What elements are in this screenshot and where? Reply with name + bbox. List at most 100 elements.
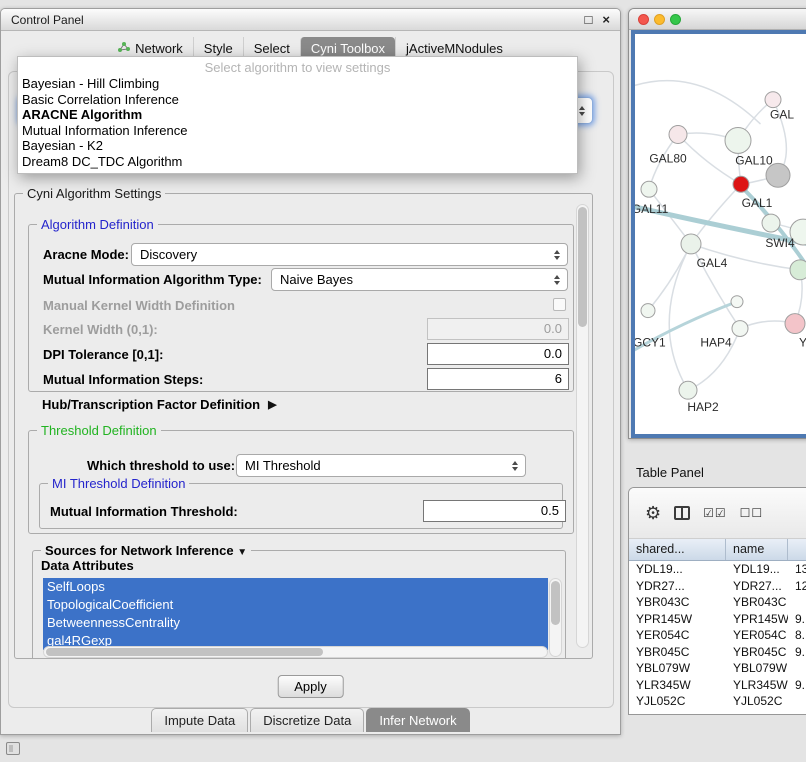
minimize-traffic-light-icon[interactable] — [654, 14, 665, 25]
table-row[interactable]: YBR043CYBR043C — [629, 594, 806, 611]
control-panel-titlebar[interactable]: Control Panel □ × — [1, 9, 620, 31]
gear-icon[interactable]: ⚙ — [645, 504, 661, 522]
algorithm-option[interactable]: Basic Correlation Inference — [18, 92, 577, 108]
table-cell: YBR043C — [726, 594, 788, 611]
table-cell: 9. — [788, 644, 806, 661]
tab-discretize-data[interactable]: Discretize Data — [250, 708, 364, 732]
table-row[interactable]: YBR045CYBR045C9. — [629, 644, 806, 661]
table-cell: YBL079W — [629, 660, 726, 677]
settings-group-title: Cyni Algorithm Settings — [23, 186, 165, 201]
table-row[interactable]: YPR145WYPR145W9. — [629, 611, 806, 628]
attributes-vscrollbar[interactable] — [549, 578, 562, 657]
close-window-icon[interactable]: × — [602, 12, 610, 27]
network-node[interactable] — [725, 128, 751, 154]
network-node-label: GAL10 — [735, 153, 773, 167]
threshold-definition-group: Threshold Definition Which threshold to … — [28, 430, 574, 534]
threshold-type-label: Which threshold to use: — [87, 458, 235, 473]
algorithm-option[interactable]: Mutual Information Inference — [18, 123, 577, 139]
close-traffic-light-icon[interactable] — [638, 14, 649, 25]
mi-threshold-field[interactable]: 0.5 — [423, 500, 566, 522]
network-canvas[interactable]: GAL80GALGAL10GAL11GAL1SWI4GAL4GCY1HAP4HA… — [631, 30, 806, 438]
network-node[interactable] — [731, 296, 743, 308]
network-node-label: GAL80 — [649, 151, 687, 165]
table-row[interactable]: YDR27...YDR27...12 — [629, 578, 806, 595]
tab-impute-data[interactable]: Impute Data — [151, 708, 248, 732]
combo-stepper-icon — [512, 461, 518, 471]
table-cell — [788, 693, 806, 710]
tab-infer-network[interactable]: Infer Network — [366, 708, 469, 732]
network-node[interactable] — [732, 321, 748, 337]
table-row[interactable]: YDL19...YDL19...13 — [629, 561, 806, 578]
panel-toggle-icon[interactable] — [6, 742, 20, 755]
table-cell: YDR27... — [726, 578, 788, 595]
network-edge — [691, 184, 741, 244]
column-header-name[interactable]: name — [726, 539, 788, 560]
network-node[interactable] — [733, 176, 749, 192]
table-cell: YLR345W — [629, 677, 726, 694]
mi-algorithm-type-value: Naive Bayes — [280, 272, 353, 287]
table-row[interactable]: YLR345WYLR345W9. — [629, 677, 806, 694]
column-header-extra[interactable] — [788, 539, 806, 560]
mi-algorithm-type-combo[interactable]: Naive Bayes — [271, 268, 568, 291]
attributes-hscrollbar[interactable] — [43, 646, 548, 658]
combo-stepper-icon — [579, 106, 585, 116]
data-attribute-item[interactable]: SelfLoops — [43, 578, 548, 596]
table-cell: YDL19... — [726, 561, 788, 578]
manual-kernel-checkbox[interactable] — [553, 298, 566, 311]
table-cell: 9. — [788, 677, 806, 694]
network-node[interactable] — [785, 314, 805, 334]
data-attribute-item[interactable]: BetweennessCentrality — [43, 614, 548, 632]
tab-label: Style — [204, 41, 233, 56]
apply-button[interactable]: Apply — [277, 675, 344, 698]
table-row[interactable]: YER054CYER054C8. — [629, 627, 806, 644]
table-panel-window: ⚙ ☑☑ ☐☐ shared... name YDL19...YDL19...1… — [628, 487, 806, 715]
aracne-mode-label: Aracne Mode: — [43, 247, 129, 262]
data-attribute-item[interactable]: TopologicalCoefficient — [43, 596, 548, 614]
algorithm-option[interactable]: ARACNE Algorithm — [18, 107, 577, 123]
network-node[interactable] — [641, 304, 655, 318]
table-header: shared... name — [629, 539, 806, 561]
zoom-traffic-light-icon[interactable] — [670, 14, 681, 25]
table-panel-titlebar: Table Panel — [628, 460, 806, 484]
network-node[interactable] — [641, 181, 657, 197]
table-row[interactable]: YJL052CYJL052C — [629, 693, 806, 710]
select-all-icon[interactable]: ☑☑ — [703, 507, 727, 519]
network-node[interactable] — [762, 214, 780, 232]
mi-threshold-group-title: MI Threshold Definition — [48, 476, 189, 491]
network-edge — [648, 244, 691, 311]
sources-title: Sources for Network Inference — [45, 543, 234, 558]
algorithm-option[interactable]: Dream8 DC_TDC Algorithm — [18, 154, 577, 170]
network-view-window: GAL80GALGAL10GAL11GAL1SWI4GAL4GCY1HAP4HA… — [628, 8, 806, 439]
columns-icon[interactable] — [674, 506, 690, 520]
aracne-mode-combo[interactable]: Discovery — [131, 243, 568, 266]
hub-definition-toggle[interactable]: Hub/Transcription Factor Definition ▶ — [42, 397, 277, 412]
network-node[interactable] — [681, 234, 701, 254]
tab-label: jActiveMNodules — [406, 41, 503, 56]
algorithm-definition-title: Algorithm Definition — [37, 217, 158, 232]
algorithm-option[interactable]: Bayesian - K2 — [18, 138, 577, 154]
network-node[interactable] — [669, 126, 687, 144]
aracne-mode-value: Discovery — [140, 247, 197, 262]
float-window-icon[interactable]: □ — [585, 12, 593, 27]
data-attributes-label: Data Attributes — [41, 558, 134, 573]
network-node[interactable] — [679, 381, 697, 399]
table-cell: 9. — [788, 611, 806, 628]
tab-label: Network — [135, 41, 183, 56]
table-row[interactable]: YBL079WYBL079W — [629, 660, 806, 677]
network-graph: GAL80GALGAL10GAL11GAL1SWI4GAL4GCY1HAP4HA… — [635, 34, 806, 434]
mi-steps-label: Mutual Information Steps: — [43, 372, 203, 387]
mi-steps-field[interactable]: 6 — [427, 368, 569, 390]
network-node[interactable] — [790, 260, 806, 280]
threshold-type-value: MI Threshold — [245, 458, 321, 473]
data-attributes-list[interactable]: SelfLoopsTopologicalCoefficientBetweenne… — [43, 578, 548, 650]
threshold-type-combo[interactable]: MI Threshold — [236, 454, 526, 477]
column-header-shared-name[interactable]: shared... — [629, 539, 726, 560]
settings-scrollbar[interactable] — [576, 204, 589, 648]
network-window-titlebar[interactable] — [629, 9, 806, 30]
algorithm-option[interactable]: Bayesian - Hill Climbing — [18, 76, 577, 92]
dpi-tolerance-field[interactable]: 0.0 — [427, 343, 569, 365]
deselect-all-icon[interactable]: ☐☐ — [740, 507, 764, 519]
kernel-width-field[interactable]: 0.0 — [427, 318, 569, 340]
network-node[interactable] — [765, 92, 781, 108]
table-cell: YJL052C — [629, 693, 726, 710]
